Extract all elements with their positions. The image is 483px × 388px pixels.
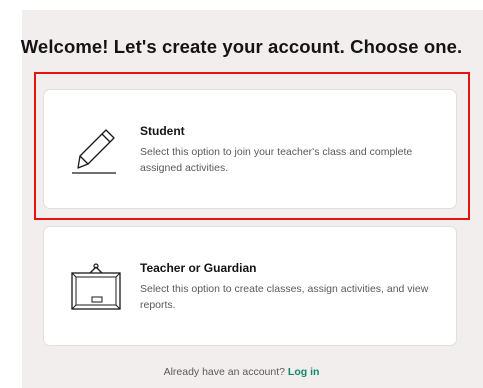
chalkboard-icon <box>71 263 121 310</box>
login-link[interactable]: Log in <box>288 366 320 378</box>
teacher-option-title: Teacher or Guardian <box>140 261 257 275</box>
login-prompt-text: Already have an account? <box>163 366 285 378</box>
login-prompt: Already have an account? Log in <box>0 366 483 378</box>
teacher-option-description: Select this option to create classes, as… <box>140 283 429 311</box>
page-title: Welcome! Let's create your account. Choo… <box>20 36 463 57</box>
teacher-option-card[interactable]: Teacher or Guardian Select this option t… <box>43 226 457 346</box>
selection-highlight <box>34 72 470 220</box>
